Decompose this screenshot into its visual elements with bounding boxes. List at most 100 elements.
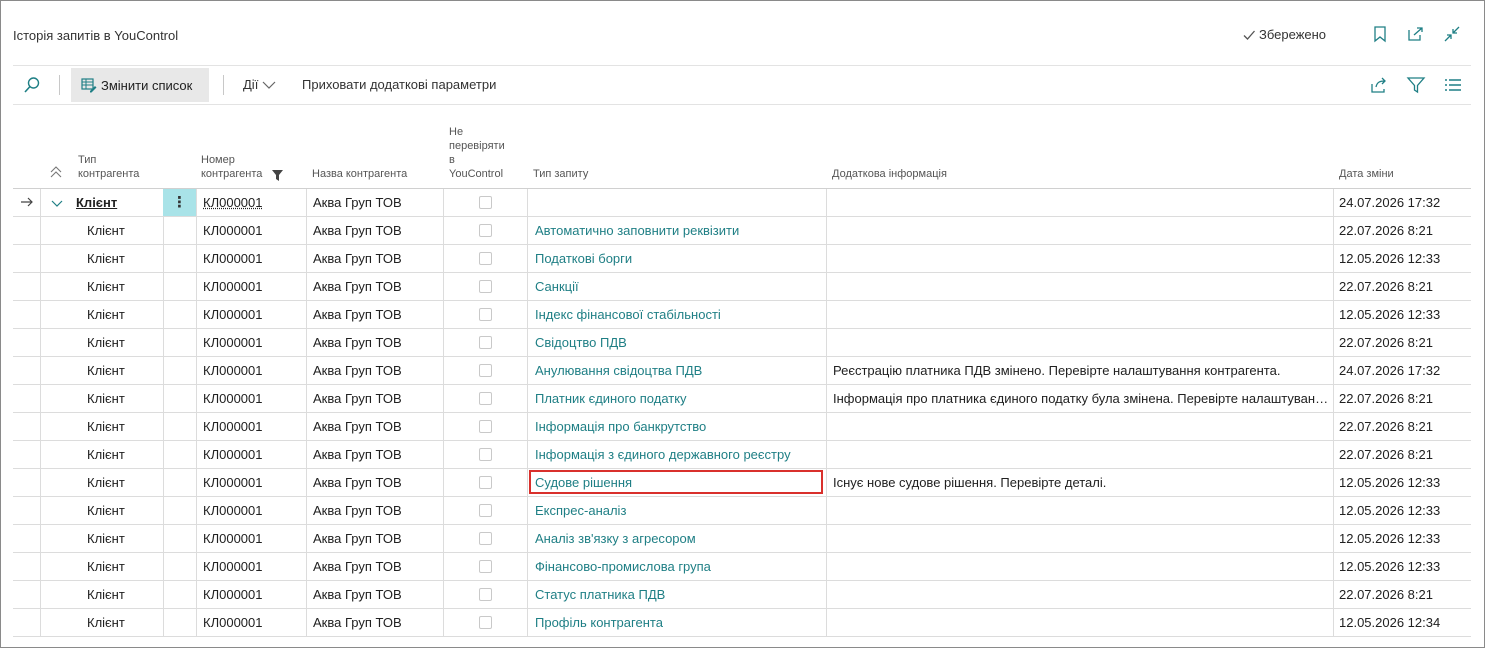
table-row[interactable]: Клієнт КЛ000001 Аква Груп ТОВ Експрес-ан… [13, 497, 1471, 525]
cell-request-type[interactable] [535, 189, 823, 216]
cell-extra-info[interactable] [833, 329, 1329, 356]
cell-name[interactable]: Аква Груп ТОВ [313, 273, 441, 300]
column-header-number[interactable]: Номер контрагента [201, 153, 283, 181]
cell-number[interactable]: КЛ000001 [203, 189, 303, 216]
cell-name[interactable]: Аква Груп ТОВ [313, 357, 441, 384]
collapse-icon[interactable] [1443, 25, 1461, 43]
cell-number[interactable]: КЛ000001 [203, 525, 303, 552]
cell-number[interactable]: КЛ000001 [203, 217, 303, 244]
cell-extra-info[interactable] [833, 245, 1329, 272]
cell-extra-info[interactable] [833, 301, 1329, 328]
cell-extra-info[interactable] [833, 413, 1329, 440]
cell-request-type[interactable]: Автоматично заповнити реквізити [535, 217, 823, 244]
list-view-icon[interactable] [1443, 75, 1463, 95]
cell-request-type[interactable]: Профіль контрагента [535, 609, 823, 636]
cell-name[interactable]: Аква Груп ТОВ [313, 469, 441, 496]
cell-request-type[interactable]: Платник єдиного податку [535, 385, 823, 412]
open-new-window-icon[interactable] [1406, 25, 1424, 43]
cell-number[interactable]: КЛ000001 [203, 497, 303, 524]
cell-extra-info[interactable] [833, 581, 1329, 608]
cell-type[interactable]: Клієнт [87, 553, 161, 580]
no-check-checkbox[interactable] [479, 364, 492, 377]
table-row-current[interactable]: Клієнт КЛ000001 Аква Груп ТОВ 24.07.2026… [13, 189, 1471, 217]
cell-type[interactable]: Клієнт [76, 189, 150, 216]
cell-date[interactable]: 24.07.2026 17:32 [1339, 189, 1469, 216]
cell-number[interactable]: КЛ000001 [203, 329, 303, 356]
cell-number[interactable]: КЛ000001 [203, 357, 303, 384]
cell-date[interactable]: 12.05.2026 12:33 [1339, 469, 1469, 496]
cell-extra-info[interactable]: Реєстрацію платника ПДВ змінено. Перевір… [833, 357, 1329, 384]
cell-number[interactable]: КЛ000001 [203, 441, 303, 468]
cell-type[interactable]: Клієнт [87, 441, 161, 468]
hide-params-button[interactable]: Приховати додаткові параметри [302, 77, 496, 92]
cell-extra-info[interactable] [833, 497, 1329, 524]
no-check-checkbox[interactable] [479, 532, 492, 545]
cell-number[interactable]: КЛ000001 [203, 301, 303, 328]
cell-extra-info[interactable] [833, 217, 1329, 244]
filter-icon[interactable] [1406, 75, 1426, 95]
cell-number[interactable]: КЛ000001 [203, 413, 303, 440]
cell-date[interactable]: 22.07.2026 8:21 [1339, 273, 1469, 300]
cell-type[interactable]: Клієнт [87, 273, 161, 300]
cell-request-type[interactable]: Податкові борги [535, 245, 823, 272]
cell-request-type[interactable]: Інформація з єдиного державного реєстру [535, 441, 823, 468]
cell-type[interactable]: Клієнт [87, 217, 161, 244]
collapse-all-icon[interactable] [50, 165, 62, 183]
cell-request-type[interactable]: Анулювання свідоцтва ПДВ [535, 357, 823, 384]
cell-date[interactable]: 12.05.2026 12:34 [1339, 609, 1469, 636]
group-collapse-chevron-icon[interactable] [51, 197, 63, 212]
cell-name[interactable]: Аква Груп ТОВ [313, 413, 441, 440]
actions-menu-button[interactable]: Дії [243, 77, 276, 92]
cell-type[interactable]: Клієнт [87, 357, 161, 384]
cell-name[interactable]: Аква Груп ТОВ [313, 441, 441, 468]
cell-date[interactable]: 24.07.2026 17:32 [1339, 357, 1469, 384]
cell-extra-info[interactable] [833, 609, 1329, 636]
cell-date[interactable]: 22.07.2026 8:21 [1339, 441, 1469, 468]
no-check-checkbox[interactable] [479, 560, 492, 573]
column-header-no-check[interactable]: Не перевіряти в YouControl [449, 125, 519, 181]
no-check-checkbox[interactable] [479, 588, 492, 601]
cell-date[interactable]: 22.07.2026 8:21 [1339, 329, 1469, 356]
cell-request-type[interactable]: Індекс фінансової стабільності [535, 301, 823, 328]
cell-date[interactable]: 12.05.2026 12:33 [1339, 245, 1469, 272]
no-check-checkbox[interactable] [479, 280, 492, 293]
cell-name[interactable]: Аква Груп ТОВ [313, 525, 441, 552]
table-row[interactable]: Клієнт КЛ000001 Аква Груп ТОВ Індекс фін… [13, 301, 1471, 329]
cell-request-type[interactable]: Інформація про банкрутство [535, 413, 823, 440]
cell-request-type[interactable]: Судове рішення [535, 469, 823, 496]
cell-type[interactable]: Клієнт [87, 469, 161, 496]
table-row[interactable]: Клієнт КЛ000001 Аква Груп ТОВ Свідоцтво … [13, 329, 1471, 357]
cell-number[interactable]: КЛ000001 [203, 273, 303, 300]
column-header-request-type[interactable]: Тип запиту [533, 167, 588, 181]
table-row[interactable]: Клієнт КЛ000001 Аква Груп ТОВ Анулювання… [13, 357, 1471, 385]
share-icon[interactable] [1369, 75, 1389, 95]
table-row[interactable]: Клієнт КЛ000001 Аква Груп ТОВ Аналіз зв'… [13, 525, 1471, 553]
cell-number[interactable]: КЛ000001 [203, 385, 303, 412]
no-check-checkbox[interactable] [479, 336, 492, 349]
cell-extra-info[interactable]: Існує нове судове рішення. Перевірте дет… [833, 469, 1329, 496]
cell-date[interactable]: 12.05.2026 12:33 [1339, 497, 1469, 524]
cell-request-type[interactable]: Експрес-аналіз [535, 497, 823, 524]
table-row[interactable]: Клієнт КЛ000001 Аква Груп ТОВ Фінансово-… [13, 553, 1471, 581]
cell-request-type[interactable]: Свідоцтво ПДВ [535, 329, 823, 356]
cell-name[interactable]: Аква Груп ТОВ [313, 217, 441, 244]
cell-date[interactable]: 22.07.2026 8:21 [1339, 581, 1469, 608]
cell-number[interactable]: КЛ000001 [203, 469, 303, 496]
cell-type[interactable]: Клієнт [87, 301, 161, 328]
row-menu-button[interactable]: ⋮ [163, 189, 196, 216]
cell-extra-info[interactable] [833, 525, 1329, 552]
no-check-checkbox[interactable] [479, 224, 492, 237]
cell-request-type[interactable]: Статус платника ПДВ [535, 581, 823, 608]
no-check-checkbox[interactable] [479, 616, 492, 629]
table-row[interactable]: Клієнт КЛ000001 Аква Груп ТОВ Інформація… [13, 413, 1471, 441]
cell-date[interactable]: 22.07.2026 8:21 [1339, 385, 1469, 412]
table-row[interactable]: Клієнт КЛ000001 Аква Груп ТОВ Статус пла… [13, 581, 1471, 609]
cell-extra-info[interactable] [833, 189, 1329, 216]
cell-type[interactable]: Клієнт [87, 385, 161, 412]
cell-request-type[interactable]: Аналіз зв'язку з агресором [535, 525, 823, 552]
cell-name[interactable]: Аква Груп ТОВ [313, 553, 441, 580]
bookmark-icon[interactable] [1371, 25, 1389, 43]
table-row[interactable]: Клієнт КЛ000001 Аква Груп ТОВ Податкові … [13, 245, 1471, 273]
cell-type[interactable]: Клієнт [87, 329, 161, 356]
cell-date[interactable]: 12.05.2026 12:33 [1339, 553, 1469, 580]
